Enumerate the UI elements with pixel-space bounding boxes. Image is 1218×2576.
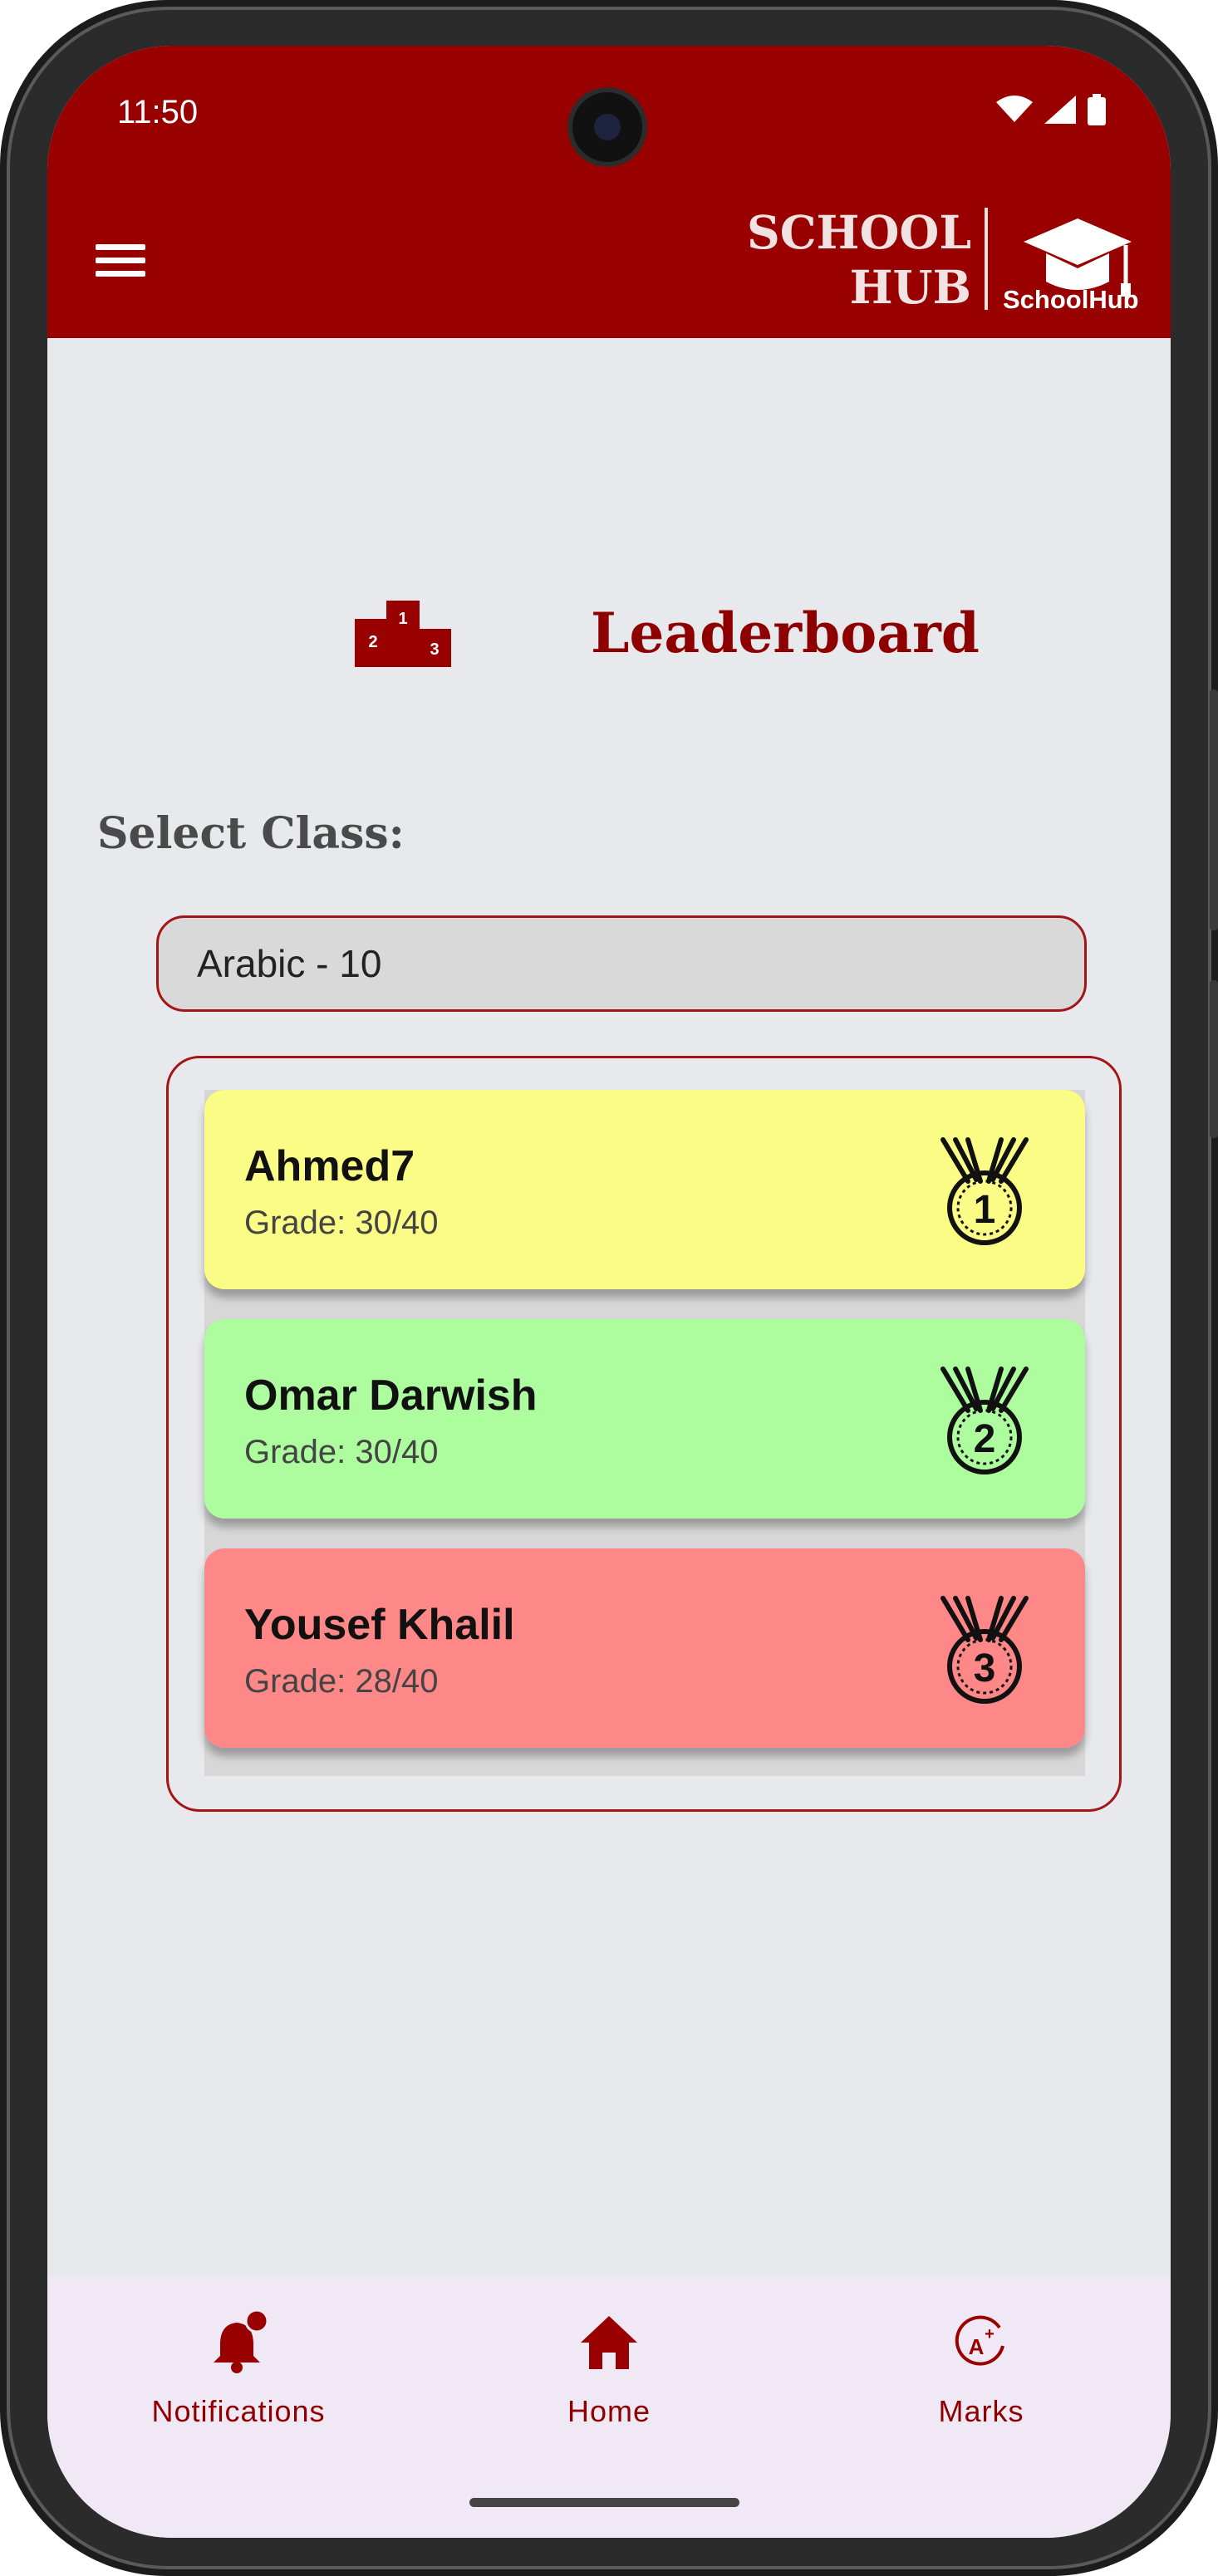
podium-icon: 2 1 3 [355,601,451,667]
leaderboard-card-rank-2[interactable]: Omar Darwish Grade: 30/40 2 [204,1319,1085,1519]
student-name: Omar Darwish [244,1371,538,1420]
student-grade: Grade: 30/40 [244,1205,439,1241]
medal-rank: 3 [974,1646,996,1690]
select-class-label: Select Class: [97,808,405,859]
logo-text: SchoolHub [1003,285,1139,314]
menu-icon-bar [96,258,145,263]
svg-text:+: + [985,2325,995,2343]
medal-rank: 1 [974,1188,996,1232]
brand-line-1: SCHOOL [747,205,971,259]
leaderboard-box: Ahmed7 Grade: 30/40 1 Omar Darwish Grade… [166,1056,1122,1812]
page-title: Leaderboard [591,601,980,665]
nav-notifications[interactable]: Notifications [114,2276,363,2467]
medal-first-icon: 1 [941,1137,1029,1245]
student-name: Ahmed7 [244,1142,415,1190]
brand-name: SCHOOL HUB [747,205,971,315]
nav-label: Notifications [151,2394,326,2428]
student-grade: Grade: 30/40 [244,1434,439,1470]
app-bar: 11:50 SCHOOL HUB SchoolHub [47,46,1171,338]
volume-button [1210,689,1218,930]
podium-label: 2 [368,633,377,651]
status-icons [996,94,1106,125]
nav-marks[interactable]: A + Marks [857,2276,1106,2467]
menu-button[interactable] [91,237,150,287]
status-time: 11:50 [117,94,199,130]
wifi-icon [996,96,1033,122]
medal-second-icon: 2 [941,1367,1029,1474]
home-icon [581,2316,637,2369]
home-indicator[interactable] [469,2498,739,2507]
podium-label: 3 [430,640,439,659]
front-camera [567,87,647,167]
grade-icon: A + [955,2315,1004,2366]
nav-label: Home [567,2394,651,2428]
medal-third-icon: 3 [941,1596,1029,1704]
bell-icon [214,2309,269,2373]
leaderboard-card-rank-3[interactable]: Yousef Khalil Grade: 28/40 3 [204,1548,1085,1748]
class-select-value: Arabic - 10 [197,942,382,985]
nav-label: Marks [938,2394,1024,2428]
brand-divider [985,208,988,310]
medal-rank: 2 [974,1417,996,1461]
power-button [1210,980,1218,1138]
class-select[interactable]: Arabic - 10 [156,915,1087,1012]
screen: 11:50 SCHOOL HUB SchoolHub 2 1 3 Leaderb… [47,46,1171,2538]
signal-icon [1044,96,1076,124]
menu-icon-bar [96,271,145,277]
student-grade: Grade: 28/40 [244,1663,439,1700]
phone-frame: 11:50 SCHOOL HUB SchoolHub 2 1 3 Leaderb… [0,0,1218,2576]
svg-text:A: A [969,2334,985,2359]
brand-line-2: HUB [849,260,971,314]
student-name: Yousef Khalil [244,1601,515,1649]
leaderboard-list: Ahmed7 Grade: 30/40 1 Omar Darwish Grade… [204,1090,1085,1776]
menu-icon-bar [96,244,145,250]
podium-label: 1 [398,610,407,628]
nav-home[interactable]: Home [484,2276,734,2467]
battery-icon [1088,94,1106,125]
leaderboard-card-rank-1[interactable]: Ahmed7 Grade: 30/40 1 [204,1090,1085,1289]
